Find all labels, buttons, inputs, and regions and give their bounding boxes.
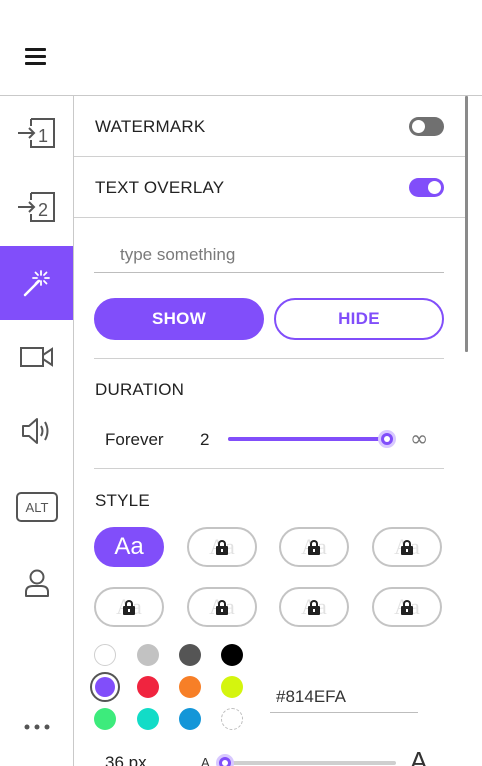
alt-text-icon: ALT [15, 492, 58, 522]
sidebar-item-camera[interactable] [0, 320, 73, 394]
selected-swatch-fill [95, 677, 115, 697]
user-icon [24, 569, 49, 597]
lock-icon [216, 539, 228, 555]
color-swatch[interactable] [179, 644, 201, 666]
color-swatch[interactable] [137, 676, 159, 698]
watermark-toggle[interactable] [409, 117, 444, 136]
color-swatch[interactable] [137, 644, 159, 666]
speaker-icon [21, 418, 48, 444]
sidebar-item-audio[interactable] [0, 394, 73, 468]
sidebar-item-profile[interactable] [0, 546, 73, 620]
style-option-selected[interactable]: Aa [94, 527, 164, 567]
lock-icon [216, 599, 228, 615]
style-option-locked[interactable]: Aa [279, 527, 349, 567]
lock-icon [401, 599, 413, 615]
infinity-icon[interactable]: ∞ [410, 427, 428, 452]
magic-wand-icon [23, 270, 50, 297]
settings-panel: WATERMARK TEXT OVERLAY SHOW HIDE DURATIO… [74, 96, 465, 766]
style-option-locked[interactable]: Aa [372, 587, 442, 627]
style-option-locked[interactable]: Aa [279, 587, 349, 627]
style-option-locked[interactable]: Aa [94, 587, 164, 627]
text-overlay-row: TEXT OVERLAY [74, 157, 465, 218]
input-1-icon: 1 [17, 118, 55, 148]
top-bar [0, 0, 482, 96]
color-swatch[interactable] [179, 676, 201, 698]
duration-value: 2 [200, 430, 210, 449]
hamburger-icon[interactable] [25, 48, 46, 65]
style-title: STYLE [95, 491, 150, 510]
sidebar: 1 2 ALT [0, 96, 74, 766]
overlay-text-input[interactable] [94, 238, 444, 273]
sidebar-item-more[interactable] [0, 690, 73, 764]
style-option-locked[interactable]: Aa [187, 587, 257, 627]
color-swatch[interactable] [90, 672, 120, 702]
lock-icon [308, 599, 320, 615]
style-option-label: Aa [114, 533, 144, 560]
lock-icon [401, 539, 413, 555]
color-swatch[interactable] [221, 676, 243, 698]
lock-icon [308, 539, 320, 555]
color-swatch[interactable] [94, 708, 116, 730]
toggle-knob [428, 181, 441, 194]
style-option-locked[interactable]: Aa [187, 527, 257, 567]
duration-slider-fill [228, 437, 388, 441]
input-2-icon: 2 [17, 192, 55, 222]
divider [94, 468, 444, 469]
divider [94, 358, 444, 359]
more-icon [24, 724, 49, 730]
sidebar-item-alt[interactable]: ALT [0, 470, 73, 544]
size-value-label: 36 px [105, 753, 147, 766]
svg-text:1: 1 [38, 126, 48, 146]
color-swatch[interactable] [137, 708, 159, 730]
color-swatch[interactable] [221, 644, 243, 666]
color-swatch[interactable] [179, 708, 201, 730]
lock-icon [123, 599, 135, 615]
svg-text:2: 2 [38, 200, 48, 220]
color-swatch[interactable] [94, 644, 116, 666]
watermark-label: WATERMARK [95, 117, 206, 136]
show-button[interactable]: SHOW [94, 298, 264, 340]
watermark-row: WATERMARK [74, 96, 465, 157]
duration-label: Forever [105, 430, 164, 449]
sidebar-item-effects[interactable] [0, 246, 73, 320]
size-large-glyph: A [410, 746, 428, 766]
hex-color-input[interactable] [270, 681, 418, 713]
color-swatch-transparent[interactable] [221, 708, 243, 730]
scrollbar[interactable] [465, 96, 468, 352]
duration-slider-thumb[interactable] [378, 430, 397, 448]
text-overlay-toggle[interactable] [409, 178, 444, 197]
svg-text:ALT: ALT [25, 500, 48, 515]
hide-button[interactable]: HIDE [274, 298, 444, 340]
camera-icon [19, 347, 53, 367]
sidebar-item-input-1[interactable]: 1 [0, 96, 73, 170]
text-overlay-label: TEXT OVERLAY [95, 178, 225, 197]
size-small-glyph: A [201, 755, 210, 766]
size-slider-track[interactable] [220, 761, 396, 765]
size-slider-thumb[interactable] [216, 754, 234, 766]
sidebar-item-input-2[interactable]: 2 [0, 170, 73, 244]
toggle-knob [412, 120, 425, 133]
duration-title: DURATION [95, 380, 185, 399]
style-option-locked[interactable]: Aa [372, 527, 442, 567]
